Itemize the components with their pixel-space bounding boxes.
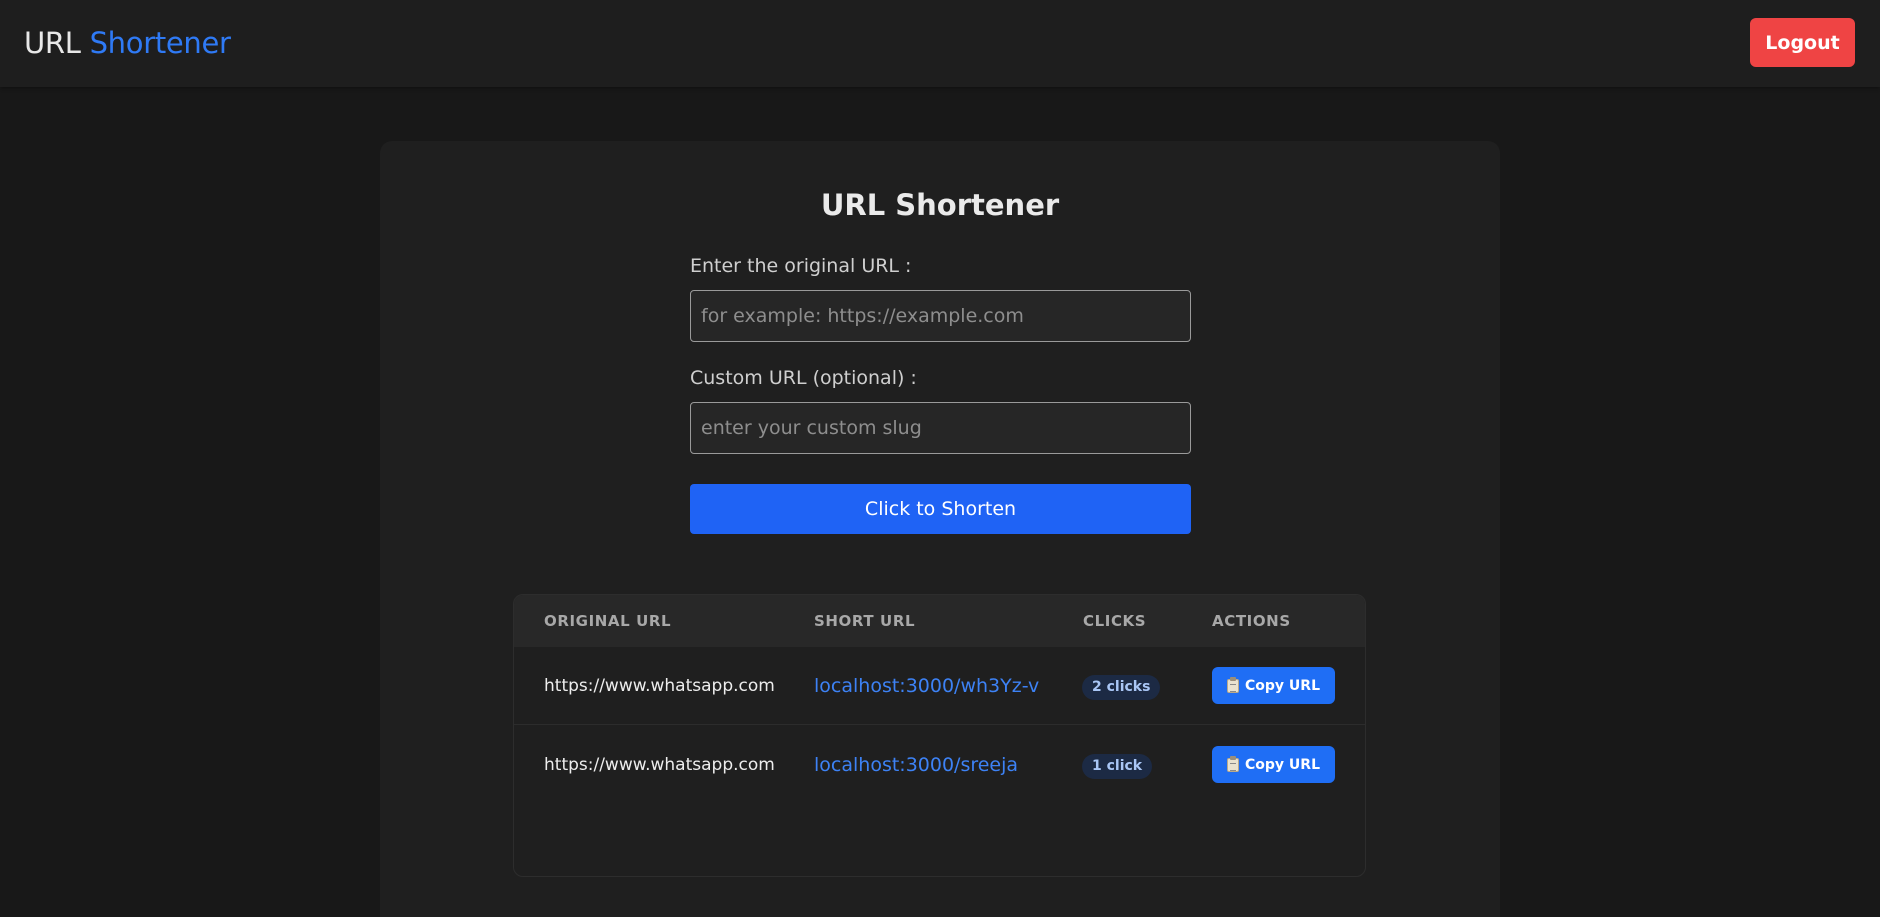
table-row: https://www.whatsapp.com localhost:3000/… <box>514 647 1365 725</box>
column-header-short-url: SHORT URL <box>814 612 916 630</box>
copy-url-label: Copy URL <box>1245 677 1320 694</box>
short-url-link[interactable]: localhost:3000/wh3Yz-v <box>814 647 1039 725</box>
table-row: https://www.whatsapp.com localhost:3000/… <box>514 726 1365 804</box>
table-header: ORIGINAL URL SHORT URL CLICKS ACTIONS <box>514 595 1365 647</box>
custom-url-label: Custom URL (optional) : <box>690 367 917 389</box>
original-url-label: Enter the original URL : <box>690 255 912 277</box>
column-header-clicks: CLICKS <box>1083 612 1147 630</box>
shorten-button[interactable]: Click to Shorten <box>690 484 1191 534</box>
shortener-card: URL Shortener Enter the original URL : C… <box>380 141 1500 917</box>
column-header-actions: ACTIONS <box>1212 612 1291 630</box>
original-url-cell: https://www.whatsapp.com <box>544 755 775 775</box>
navbar: URL Shortener Logout <box>0 0 1880 87</box>
clipboard-icon <box>1227 676 1239 693</box>
original-url-input[interactable] <box>690 290 1191 342</box>
original-url-cell: https://www.whatsapp.com <box>544 676 775 696</box>
clicks-badge: 1 click <box>1082 754 1153 779</box>
brand-text-shortener: Shortener <box>89 26 231 60</box>
clipboard-icon <box>1227 755 1239 772</box>
copy-url-button[interactable]: Copy URL <box>1212 667 1335 704</box>
column-header-original-url: ORIGINAL URL <box>544 612 672 630</box>
custom-slug-input[interactable] <box>690 402 1191 454</box>
copy-url-label: Copy URL <box>1245 756 1320 773</box>
page-title: URL Shortener <box>820 188 1060 222</box>
logout-button[interactable]: Logout <box>1750 18 1855 67</box>
brand-logo[interactable]: URL Shortener <box>24 24 231 62</box>
clicks-badge: 2 clicks <box>1082 675 1161 700</box>
short-url-link[interactable]: localhost:3000/sreeja <box>814 726 1018 804</box>
copy-url-button[interactable]: Copy URL <box>1212 746 1335 783</box>
brand-text-url: URL <box>24 26 81 60</box>
urls-table: ORIGINAL URL SHORT URL CLICKS ACTIONS ht… <box>513 594 1366 877</box>
